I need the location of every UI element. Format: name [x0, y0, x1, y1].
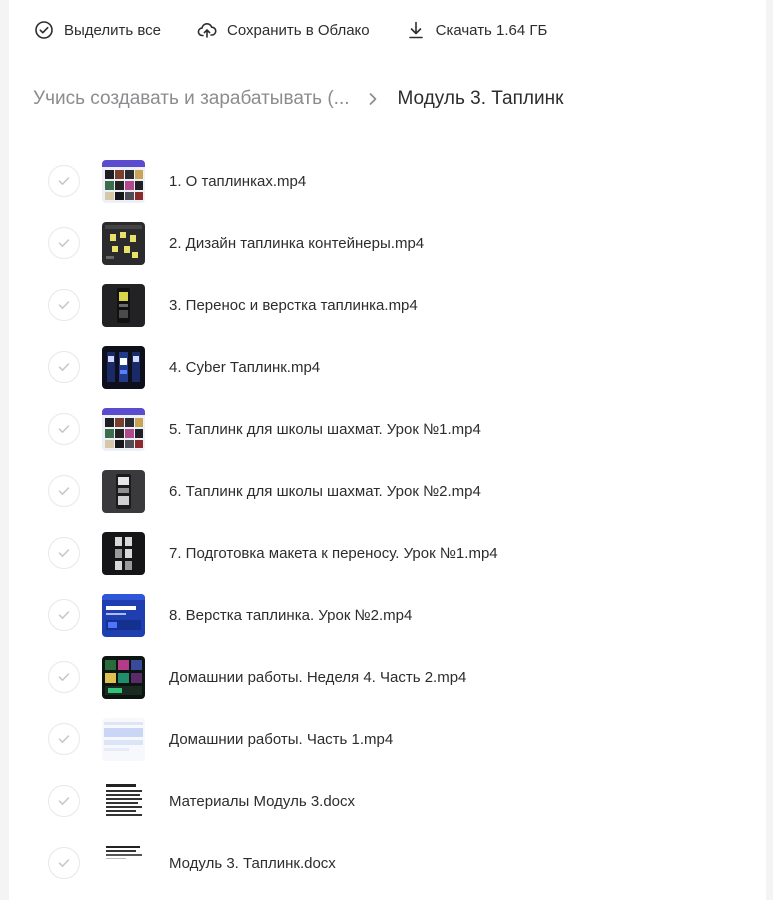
file-name[interactable]: 2. Дизайн таплинка контейнеры.mp4	[169, 235, 424, 252]
file-name[interactable]: Домашнии работы. Неделя 4. Часть 2.mp4	[169, 669, 466, 686]
checkmark-icon	[58, 363, 70, 371]
select-checkbox[interactable]	[48, 785, 80, 817]
select-checkbox[interactable]	[48, 165, 80, 197]
file-row[interactable]: Модуль 3. Таплинк.docx	[48, 832, 748, 894]
download-icon	[408, 21, 423, 39]
file-thumbnail[interactable]	[102, 159, 145, 203]
file-thumbnail[interactable]	[102, 221, 145, 265]
checkmark-icon	[58, 549, 70, 557]
save-to-cloud-label: Сохранить в Облако	[227, 21, 370, 39]
checkmark-icon	[58, 859, 70, 867]
file-name[interactable]: Материалы Модуль 3.docx	[169, 793, 355, 810]
select-checkbox[interactable]	[48, 599, 80, 631]
file-thumbnail[interactable]	[102, 593, 145, 637]
cloud-upload-icon	[197, 22, 217, 38]
select-checkbox[interactable]	[48, 227, 80, 259]
checkmark-icon	[58, 673, 70, 681]
select-checkbox[interactable]	[48, 661, 80, 693]
file-row[interactable]: Домашнии работы. Часть 1.mp4	[48, 708, 748, 770]
select-all-label: Выделить все	[64, 21, 162, 39]
file-row[interactable]: 3. Перенос и верстка таплинка.mp4	[48, 274, 748, 336]
download-button[interactable]: Скачать 1.64 ГБ	[406, 20, 548, 40]
checkmark-icon	[58, 177, 70, 185]
chevron-right-icon	[369, 93, 376, 105]
checkmark-icon	[58, 487, 70, 495]
file-name[interactable]: 4. Cyber Таплинк.mp4	[169, 359, 320, 376]
select-checkbox[interactable]	[48, 289, 80, 321]
file-thumbnail[interactable]	[102, 469, 145, 513]
select-checkbox[interactable]	[48, 847, 80, 879]
file-thumbnail[interactable]	[102, 841, 145, 885]
file-thumbnail[interactable]	[102, 717, 145, 761]
file-thumbnail[interactable]	[102, 283, 145, 327]
file-row[interactable]: 7. Подготовка макета к переносу. Урок №1…	[48, 522, 748, 584]
file-thumbnail[interactable]	[102, 779, 145, 823]
file-row[interactable]: 8. Верстка таплинка. Урок №2.mp4	[48, 584, 748, 646]
file-row[interactable]: Материалы Модуль 3.docx	[48, 770, 748, 832]
checkmark-icon	[58, 425, 70, 433]
select-checkbox[interactable]	[48, 537, 80, 569]
file-row[interactable]: Домашнии работы. Неделя 4. Часть 2.mp4	[48, 646, 748, 708]
file-thumbnail[interactable]	[102, 345, 145, 389]
file-name[interactable]: Модуль 3. Таплинк.docx	[169, 855, 336, 872]
checkmark-icon	[58, 239, 70, 247]
file-row[interactable]: 4. Cyber Таплинк.mp4	[48, 336, 748, 398]
download-label: Скачать 1.64 ГБ	[435, 21, 548, 39]
file-name[interactable]: 6. Таплинк для школы шахмат. Урок №2.mp4	[169, 483, 481, 500]
file-name[interactable]: 7. Подготовка макета к переносу. Урок №1…	[169, 545, 498, 562]
file-name[interactable]: 3. Перенос и верстка таплинка.mp4	[169, 297, 418, 314]
select-checkbox[interactable]	[48, 413, 80, 445]
toolbar: Выделить все Сохранить в Облако Скачать …	[34, 14, 583, 46]
file-list: 1. О таплинках.mp4 2. Дизайн таплинка кон…	[48, 150, 748, 894]
file-row[interactable]: 2. Дизайн таплинка контейнеры.mp4	[48, 212, 748, 274]
file-name[interactable]: Домашнии работы. Часть 1.mp4	[169, 731, 393, 748]
file-panel: Выделить все Сохранить в Облако Скачать …	[9, 0, 766, 900]
file-name[interactable]: 1. О таплинках.mp4	[169, 173, 306, 190]
select-checkbox[interactable]	[48, 723, 80, 755]
checkmark-icon	[58, 797, 70, 805]
check-circle-icon	[35, 21, 53, 39]
file-name[interactable]: 8. Верстка таплинка. Урок №2.mp4	[169, 607, 412, 624]
select-checkbox[interactable]	[48, 351, 80, 383]
checkmark-icon	[58, 611, 70, 619]
file-row[interactable]: 5. Таплинк для школы шахмат. Урок №1.mp4	[48, 398, 748, 460]
file-thumbnail[interactable]	[102, 407, 145, 451]
save-to-cloud-button[interactable]: Сохранить в Облако	[197, 20, 370, 40]
file-row[interactable]: 1. О таплинках.mp4	[48, 150, 748, 212]
breadcrumb-current: Модуль 3. Таплинк	[397, 88, 564, 109]
checkmark-icon	[58, 301, 70, 309]
file-thumbnail[interactable]	[102, 531, 145, 575]
breadcrumb-parent-link[interactable]: Учись создавать и зарабатывать (...	[33, 88, 350, 110]
file-name[interactable]: 5. Таплинк для школы шахмат. Урок №1.mp4	[169, 421, 481, 438]
select-checkbox[interactable]	[48, 475, 80, 507]
breadcrumb: Учись создавать и зарабатывать (... Моду…	[33, 86, 563, 112]
file-thumbnail[interactable]	[102, 655, 145, 699]
file-row[interactable]: 6. Таплинк для школы шахмат. Урок №2.mp4	[48, 460, 748, 522]
checkmark-icon	[58, 735, 70, 743]
select-all-button[interactable]: Выделить все	[34, 20, 161, 40]
